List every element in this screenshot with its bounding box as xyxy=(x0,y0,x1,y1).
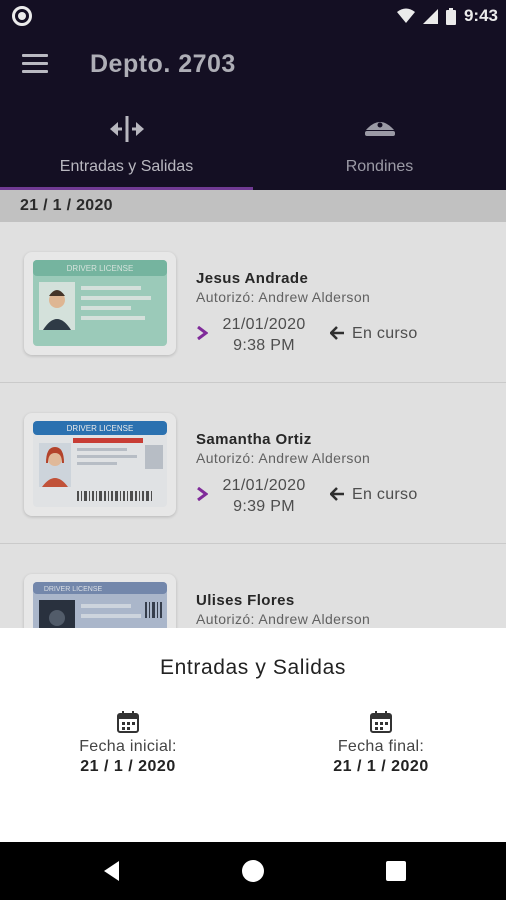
home-icon[interactable] xyxy=(241,859,265,883)
end-date-label: Fecha final: xyxy=(337,738,425,755)
entry-timestamp: 21/01/2020 9:38 PM xyxy=(212,314,316,356)
sheet-title: Entradas y Salidas xyxy=(160,656,346,679)
entry-authorized: Autorizó: Andrew Alderson xyxy=(196,450,371,466)
driver-license-image: DRIVER LICENSE xyxy=(33,582,167,628)
calendar-icon xyxy=(117,711,139,733)
entry-time: 9:39 PM xyxy=(233,498,295,515)
tab-entradas-salidas[interactable]: Entradas y Salidas xyxy=(0,108,253,190)
id-card-thumbnail: DRIVER LICENSE xyxy=(24,413,176,516)
signal-icon xyxy=(422,8,438,24)
card-heading: DRIVER LICENSE xyxy=(67,424,134,433)
list-item[interactable]: DRIVER LICENSE Jesus Andrade Autorizó: A… xyxy=(0,222,506,383)
arrow-left-icon xyxy=(330,487,344,501)
arrow-right-icon xyxy=(197,326,208,340)
arrow-left-icon xyxy=(330,326,344,340)
entry-timestamp: 21/01/2020 9:39 PM xyxy=(212,475,316,517)
entry-status: En curso xyxy=(352,325,418,342)
status-icons: 9:43 xyxy=(396,4,498,28)
wifi-icon xyxy=(396,8,415,23)
list-item[interactable]: DRIVER LICENSE Samantha Ortiz Autorizó: … xyxy=(0,383,506,544)
status-bar: 9:43 xyxy=(0,0,506,32)
date-section-header: 21 / 1 / 2020 xyxy=(0,190,506,222)
tab-label: Entradas y Salidas xyxy=(59,158,194,175)
tab-bar: Entradas y Salidas Rondines xyxy=(0,108,506,190)
end-date-value: 21 / 1 / 2020 xyxy=(333,758,429,775)
entry-name: Samantha Ortiz xyxy=(196,431,312,448)
hamburger-menu-icon[interactable] xyxy=(22,54,48,76)
entry-authorized: Autorizó: Andrew Alderson xyxy=(196,611,371,627)
expand-horizontal-icon xyxy=(109,116,144,142)
entry-date: 21/01/2020 xyxy=(222,316,306,333)
entries-list[interactable]: DRIVER LICENSE Jesus Andrade Autorizó: A… xyxy=(0,222,506,628)
date-range-sheet: Entradas y Salidas Fecha inicial: 21 / 1… xyxy=(0,628,506,842)
guard-cap-icon xyxy=(364,122,395,136)
start-date-label: Fecha inicial: xyxy=(79,738,177,755)
start-date-value: 21 / 1 / 2020 xyxy=(80,758,176,775)
entry-name: Ulises Flores xyxy=(196,592,295,609)
entry-time: 9:38 PM xyxy=(233,337,295,354)
tab-rondines[interactable]: Rondines xyxy=(253,108,506,190)
notification-dot-icon xyxy=(12,6,32,26)
entry-status: En curso xyxy=(352,486,418,503)
entry-authorized: Autorizó: Andrew Alderson xyxy=(196,289,371,305)
driver-license-image: DRIVER LICENSE xyxy=(33,421,167,507)
back-icon[interactable] xyxy=(100,859,124,883)
system-nav-bar xyxy=(0,842,506,900)
id-card-thumbnail: DRIVER LICENSE xyxy=(24,574,176,628)
recents-icon[interactable] xyxy=(384,859,408,883)
entry-name: Jesus Andrade xyxy=(196,270,309,287)
page-title: Depto. 2703 xyxy=(90,50,236,78)
list-item[interactable]: DRIVER LICENSE Ulises Flores Autorizó: A… xyxy=(0,544,506,628)
arrow-right-icon xyxy=(197,487,208,501)
card-heading: DRIVER LICENSE xyxy=(67,264,134,273)
tab-label: Rondines xyxy=(345,158,414,175)
end-date-picker[interactable]: Fecha final: 21 / 1 / 2020 xyxy=(281,710,481,776)
card-heading: DRIVER LICENSE xyxy=(44,586,103,593)
driver-license-image: DRIVER LICENSE xyxy=(33,260,167,346)
app-header: Depto. 2703 Entradas y Salidas Rondines xyxy=(0,32,506,190)
status-time: 9:43 xyxy=(463,6,498,25)
battery-icon xyxy=(445,7,456,25)
entry-date: 21/01/2020 xyxy=(222,477,306,494)
start-date-picker[interactable]: Fecha inicial: 21 / 1 / 2020 xyxy=(28,710,228,776)
id-card-thumbnail: DRIVER LICENSE xyxy=(24,252,176,355)
calendar-icon xyxy=(370,711,392,733)
